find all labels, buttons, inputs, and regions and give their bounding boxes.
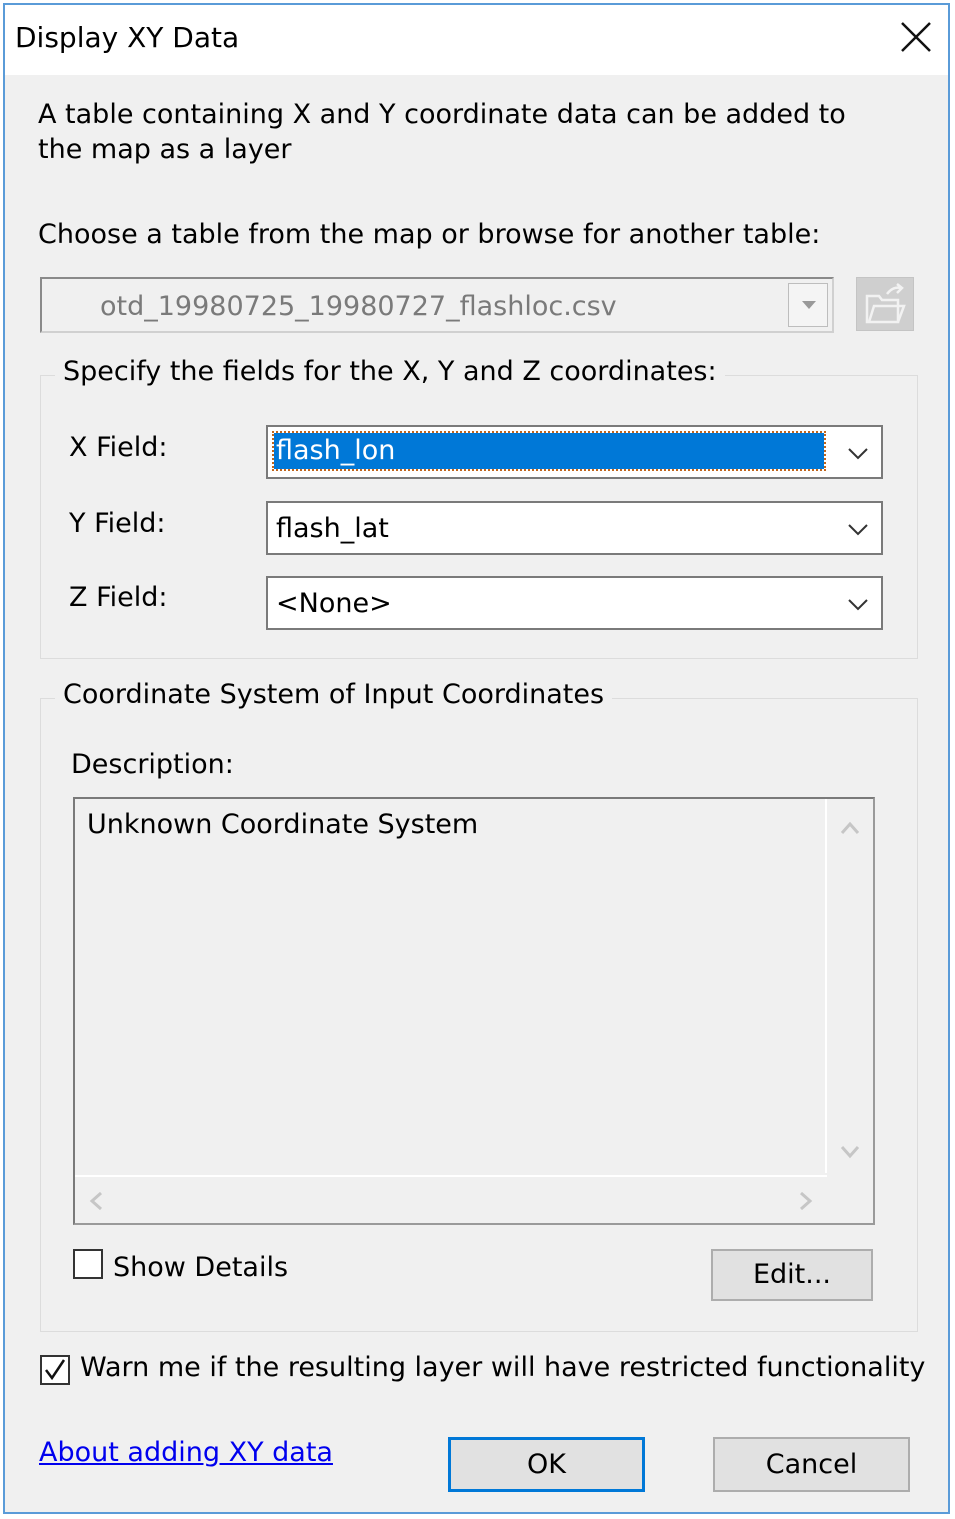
browse-table-button[interactable] — [856, 277, 914, 331]
coordinate-fields-group: Specify the fields for the X, Y and Z co… — [40, 356, 918, 659]
warn-checkbox[interactable] — [40, 1355, 70, 1385]
table-select[interactable]: otd_19980725_19980727_flashloc.csv — [40, 277, 834, 333]
chevron-down-icon — [848, 599, 868, 611]
coordinate-fields-legend: Specify the fields for the X, Y and Z co… — [55, 356, 725, 387]
x-field-label: X Field: — [69, 432, 168, 463]
edit-button[interactable]: Edit... — [711, 1249, 873, 1301]
dropdown-arrow-icon[interactable] — [788, 283, 828, 327]
ok-button[interactable]: OK — [448, 1437, 645, 1492]
z-field-value: <None> — [276, 588, 392, 619]
scroll-left-icon[interactable] — [89, 1191, 103, 1211]
z-field-select[interactable]: <None> — [266, 576, 883, 630]
scroll-right-icon[interactable] — [799, 1191, 813, 1211]
choose-table-label: Choose a table from the map or browse fo… — [38, 219, 821, 250]
y-field-value: flash_lat — [276, 513, 389, 544]
warn-label[interactable]: Warn me if the resulting layer will have… — [80, 1352, 925, 1383]
intro-text: A table containing X and Y coordinate da… — [38, 99, 846, 165]
description-box[interactable]: Unknown Coordinate System — [73, 797, 875, 1225]
x-field-value: flash_lon — [272, 431, 826, 471]
open-folder-icon — [865, 283, 906, 324]
show-details-checkbox[interactable] — [73, 1249, 103, 1279]
scroll-up-icon[interactable] — [840, 821, 860, 835]
z-field-label: Z Field: — [69, 582, 168, 613]
coordinate-system-legend: Coordinate System of Input Coordinates — [55, 679, 613, 710]
display-xy-data-dialog: Display XY Data A table containing X and… — [3, 3, 950, 1514]
description-text: Unknown Coordinate System — [87, 809, 479, 840]
ok-button-label: OK — [527, 1449, 566, 1480]
about-xy-data-link[interactable]: About adding XY data — [39, 1437, 333, 1468]
y-field-select[interactable]: flash_lat — [266, 501, 883, 555]
checkmark-icon — [45, 1359, 66, 1381]
edit-button-label: Edit... — [752, 1259, 832, 1290]
title-bar: Display XY Data — [5, 5, 948, 75]
chevron-down-icon — [848, 448, 868, 460]
horizontal-scrollbar[interactable] — [75, 1175, 827, 1223]
cancel-button[interactable]: Cancel — [713, 1437, 910, 1492]
scroll-down-icon[interactable] — [840, 1145, 860, 1159]
description-label: Description: — [71, 749, 234, 780]
close-icon[interactable] — [898, 19, 934, 55]
dialog-title: Display XY Data — [15, 21, 240, 54]
cancel-button-label: Cancel — [765, 1449, 858, 1480]
chevron-down-icon — [848, 524, 868, 536]
y-field-label: Y Field: — [69, 508, 166, 539]
x-field-select[interactable]: flash_lon — [266, 425, 883, 479]
vertical-scrollbar[interactable] — [825, 799, 873, 1173]
coordinate-system-group: Coordinate System of Input Coordinates D… — [40, 679, 918, 1332]
show-details-label[interactable]: Show Details — [113, 1252, 288, 1283]
table-select-value: otd_19980725_19980727_flashloc.csv — [100, 291, 617, 322]
